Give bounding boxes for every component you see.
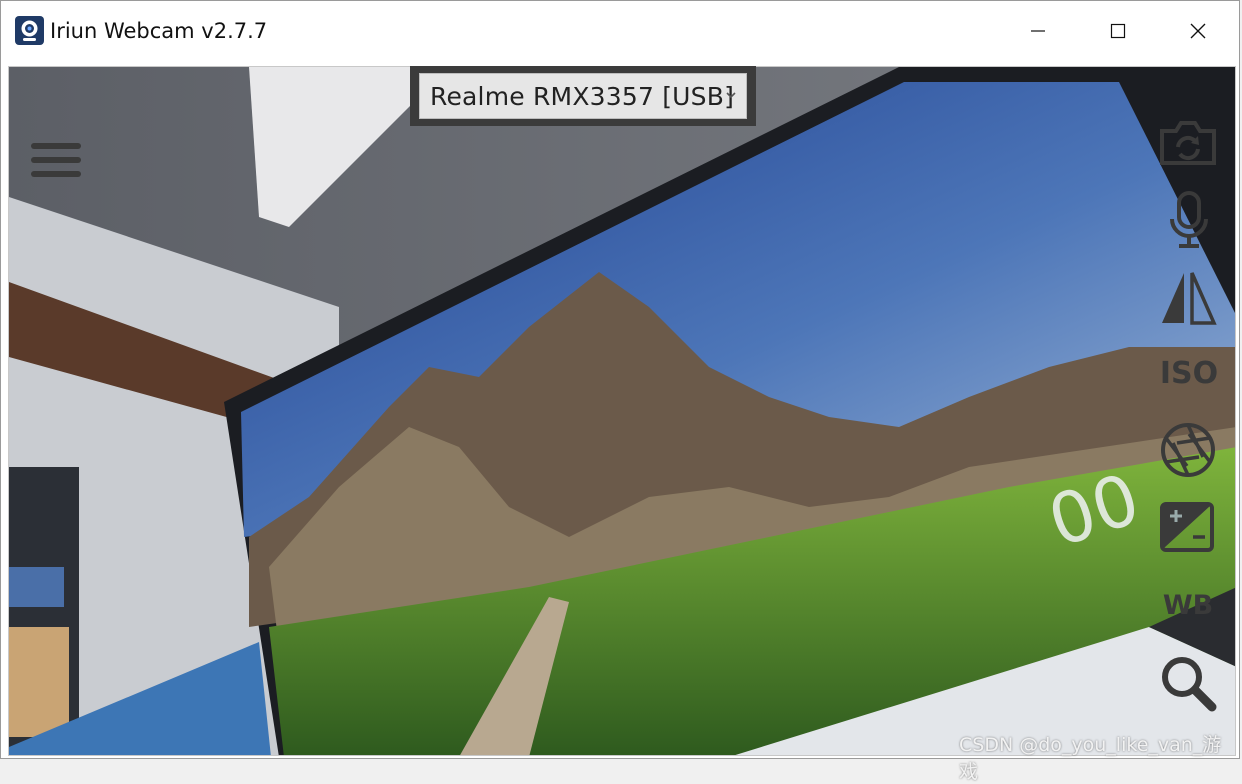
chevron-down-icon [726,92,736,99]
device-select-box[interactable]: Realme RMX3357 [USB] [419,73,747,119]
maximize-icon [1110,23,1126,39]
minimize-icon [1031,30,1045,32]
white-balance-button[interactable]: WB [1161,589,1215,623]
hamburger-menu-icon[interactable] [31,141,83,181]
iso-button[interactable]: ISO [1159,357,1219,391]
maximize-button[interactable] [1083,1,1153,61]
zoom-icon[interactable] [1158,653,1218,713]
device-select[interactable]: Realme RMX3357 [USB] [410,66,756,126]
minimize-button[interactable] [1003,1,1073,61]
camera-preview: 00 [8,66,1236,756]
device-select-value: Realme RMX3357 [USB] [430,81,735,111]
window-title: Iriun Webcam v2.7.7 [50,19,268,43]
title-bar[interactable]: Iriun Webcam v2.7.7 [1,1,1239,61]
exposure-icon[interactable] [1159,501,1215,553]
microphone-icon[interactable] [1169,191,1209,249]
camera-feed-image: 00 [9,67,1235,755]
close-button[interactable] [1163,1,1233,61]
close-icon [1190,23,1206,39]
watermark-text: CSDN @do_you_like_van_游戏 [959,734,1222,783]
switch-camera-icon[interactable] [1158,119,1218,167]
aperture-icon[interactable] [1159,421,1217,479]
mirror-flip-icon[interactable] [1159,269,1217,327]
app-logo-icon [15,16,44,45]
app-window: Iriun Webcam v2.7.7 00 Realme RMX3357 [U… [0,0,1240,783]
